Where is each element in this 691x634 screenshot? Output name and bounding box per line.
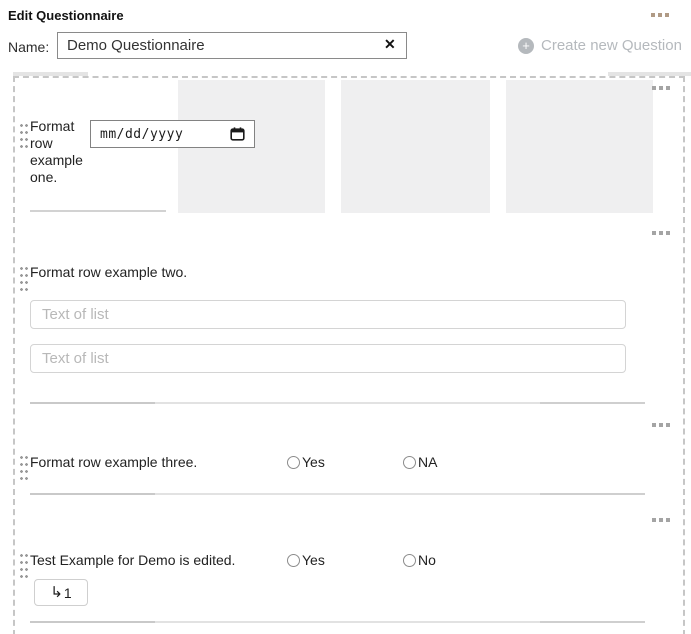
question-more-icon[interactable]: [652, 231, 670, 235]
radio-circle-icon: [403, 554, 416, 567]
list-text-input[interactable]: [30, 344, 626, 373]
question-more-icon[interactable]: [652, 518, 670, 522]
drag-handle-icon[interactable]: [19, 454, 29, 482]
radio-option-yes[interactable]: Yes: [287, 454, 325, 470]
question-text: Format row example two.: [30, 264, 187, 281]
question-more-icon[interactable]: [652, 86, 670, 90]
drag-handle-icon[interactable]: [19, 265, 29, 293]
name-label: Name:: [8, 39, 49, 55]
question-card-1: Format row example one. mm/dd/yyyy: [15, 78, 683, 225]
answer-placeholder-block: [341, 80, 490, 213]
question-list-container: Format row example one. mm/dd/yyyy Forma…: [13, 76, 685, 634]
header-more-icon[interactable]: [651, 13, 669, 17]
create-new-question-button[interactable]: + Create new Question: [518, 37, 682, 54]
list-text-input[interactable]: [30, 300, 626, 329]
radio-option-label: No: [418, 552, 436, 568]
branch-count-label: 1: [64, 585, 72, 601]
radio-option-label: Yes: [302, 552, 325, 568]
row-divider: [30, 402, 645, 404]
radio-option-label: NA: [418, 454, 437, 470]
question-text: Test Example for Demo is edited.: [30, 552, 235, 569]
drag-handle-icon[interactable]: [19, 552, 29, 580]
plus-circle-icon: +: [518, 38, 534, 54]
radio-circle-icon: [287, 554, 300, 567]
question-more-icon[interactable]: [652, 423, 670, 427]
radio-option-yes[interactable]: Yes: [287, 552, 325, 568]
radio-option-no[interactable]: No: [403, 552, 436, 568]
radio-circle-icon: [403, 456, 416, 469]
date-placeholder: mm/dd/yyyy: [100, 127, 183, 142]
calendar-icon[interactable]: [230, 127, 245, 141]
create-new-question-label: Create new Question: [541, 37, 682, 54]
clear-name-icon[interactable]: ✕: [384, 37, 396, 51]
questionnaire-name-input[interactable]: [57, 32, 407, 59]
answer-placeholder-block: [506, 80, 653, 213]
question-text: Format row example three.: [30, 454, 197, 471]
question-card-2: Format row example two.: [15, 225, 683, 410]
radio-option-label: Yes: [302, 454, 325, 470]
page-title: Edit Questionnaire: [8, 8, 124, 23]
row-divider: [30, 493, 645, 495]
question-card-3: Format row example three. Yes NA: [15, 410, 683, 505]
radio-option-na[interactable]: NA: [403, 454, 437, 470]
radio-circle-icon: [287, 456, 300, 469]
question-card-4: Test Example for Demo is edited. Yes No …: [15, 505, 683, 634]
branch-count-button[interactable]: ↳ 1: [34, 579, 88, 606]
branch-arrow-icon: ↳: [50, 585, 63, 600]
row-divider: [30, 621, 645, 623]
drag-handle-icon[interactable]: [19, 122, 29, 150]
date-input[interactable]: mm/dd/yyyy: [90, 120, 255, 148]
